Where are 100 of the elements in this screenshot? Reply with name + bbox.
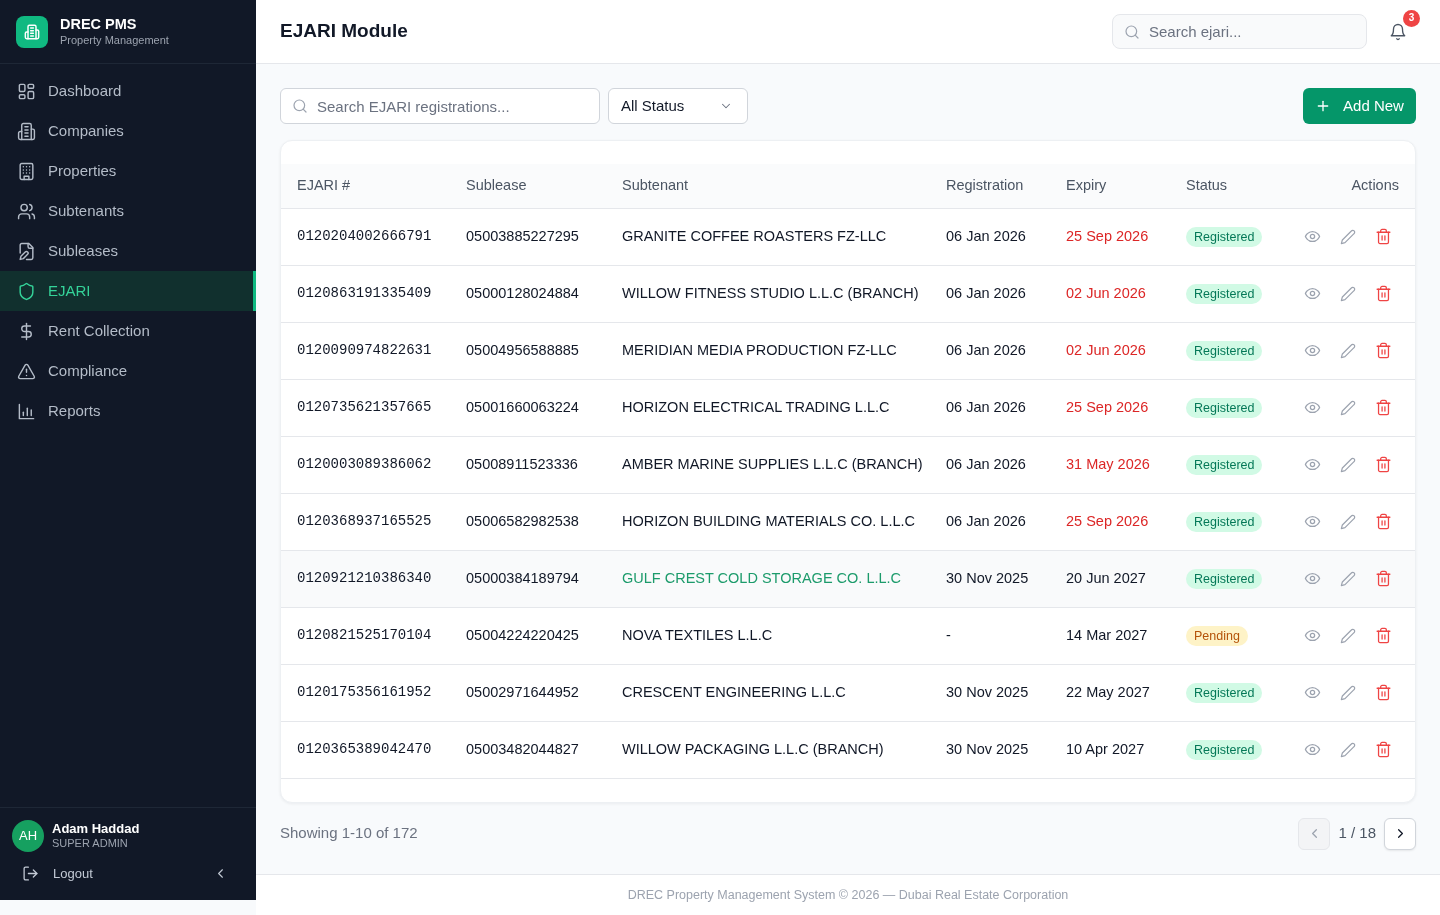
table-cell: 30 Nov 2025 [930,721,1050,778]
view-eye-icon[interactable] [1304,456,1321,473]
table-cell: 25 Sep 2026 [1050,379,1170,436]
edit-pencil-icon[interactable] [1340,456,1356,473]
column-header: Expiry [1050,164,1170,208]
column-header: EJARI # [281,164,450,208]
edit-pencil-icon[interactable] [1340,228,1356,245]
table-cell: 06 Jan 2026 [930,436,1050,493]
view-eye-icon[interactable] [1304,513,1321,530]
table-cell: 0120921210386340 [281,550,450,607]
search-field[interactable]: Search EJARI registrations... [280,88,600,124]
table-cell: 0120204002666791 [281,208,450,265]
view-eye-icon[interactable] [1304,627,1321,644]
table-cell: 0120003089386062 [281,436,450,493]
edit-pencil-icon[interactable] [1340,342,1356,359]
user-avatar: AH [12,819,44,852]
page-title: EJARI Module [280,20,408,43]
sidebar-item[interactable]: Reports [0,391,256,431]
edit-pencil-icon[interactable] [1340,399,1356,416]
sidebar-item[interactable]: Rent Collection [0,311,256,351]
bell-icon[interactable] [1389,22,1407,41]
search-icon [1124,23,1140,40]
sidebar-item[interactable]: Dashboard [0,71,256,111]
bar-chart-icon [17,401,36,421]
table-cell: 06 Jan 2026 [930,208,1050,265]
table-cell: 0120090974822631 [281,322,450,379]
table-cell: MERIDIAN MEDIA PRODUCTION FZ-LLC [606,322,930,379]
column-header: Actions [1290,164,1415,208]
table-cell: 05006582982538 [450,493,606,550]
view-eye-icon[interactable] [1304,228,1321,245]
table-cell: WILLOW PACKAGING L.L.C (BRANCH) [606,721,930,778]
delete-trash-icon[interactable] [1375,342,1392,359]
view-eye-icon[interactable] [1304,684,1321,701]
users-icon [17,201,36,221]
table-cell: 05004224220425 [450,607,606,664]
view-eye-icon[interactable] [1304,285,1321,302]
sidebar-item[interactable]: Subtenants [0,191,256,231]
table-cell: 30 Nov 2025 [930,550,1050,607]
footer-text: DREC Property Management System © 2026 — Dubai Real Estate Corporation [627,886,1069,904]
office-building-icon [17,161,36,181]
delete-trash-icon[interactable] [1375,228,1392,245]
status-badge: Registered [1186,397,1263,418]
table-cell: 0120863191335409 [281,265,450,322]
table-cell: 14 Mar 2027 [1050,607,1170,664]
table-cell: 05003885227295 [450,208,606,265]
delete-trash-icon[interactable] [1375,570,1392,587]
building-icon [17,121,36,141]
edit-pencil-icon[interactable] [1340,513,1356,530]
table-cell: AMBER MARINE SUPPLIES L.L.C (BRANCH) [606,436,930,493]
table-cell: HORIZON ELECTRICAL TRADING L.L.C [606,379,930,436]
table-cell: - [930,607,1050,664]
column-header: Sublease [450,164,606,208]
logout-icon [22,864,39,882]
search-icon [292,98,308,114]
view-eye-icon[interactable] [1304,741,1321,758]
add-new-button[interactable]: Add New [1303,88,1416,124]
view-eye-icon[interactable] [1304,399,1321,416]
logout-link[interactable]: Logout [22,863,93,883]
status-filter[interactable]: All Status [608,88,748,124]
edit-pencil-icon[interactable] [1340,570,1356,587]
delete-trash-icon[interactable] [1375,684,1392,701]
next-page-button[interactable] [1384,817,1416,850]
sidebar-item[interactable]: Compliance [0,351,256,391]
table-cell: 05000384189794 [450,550,606,607]
user-role: SUPER ADMIN [52,836,129,851]
status-badge: Registered [1186,454,1263,475]
table-cell: CRESCENT ENGINEERING L.L.C [606,664,930,721]
warning-icon [17,361,36,381]
status-badge: Registered [1186,226,1263,247]
edit-pencil-icon[interactable] [1340,627,1356,644]
notification-badge: 3 [1403,9,1420,27]
search-field[interactable]: Search ejari... [1112,14,1367,49]
status-badge: Registered [1186,340,1263,361]
status-badge: Registered [1186,739,1263,760]
document-pen-icon [17,241,36,261]
edit-pencil-icon[interactable] [1340,285,1356,302]
column-header: Subtenant [606,164,930,208]
sidebar-item[interactable]: Subleases [0,231,256,271]
status-badge: Registered [1186,682,1263,703]
view-eye-icon[interactable] [1304,570,1321,587]
delete-trash-icon[interactable] [1375,741,1392,758]
sidebar-item[interactable]: Companies [0,111,256,151]
sidebar-item[interactable]: Properties [0,151,256,191]
delete-trash-icon[interactable] [1375,627,1392,644]
app-subtitle: Property Management [60,33,169,48]
table-cell: 0120365389042470 [281,721,450,778]
view-eye-icon[interactable] [1304,342,1321,359]
delete-trash-icon[interactable] [1375,456,1392,473]
delete-trash-icon[interactable] [1375,285,1392,302]
edit-pencil-icon[interactable] [1340,684,1356,701]
edit-pencil-icon[interactable] [1340,741,1356,758]
delete-trash-icon[interactable] [1375,399,1392,416]
table-cell: 0120368937165525 [281,493,450,550]
table-cell: 31 May 2026 [1050,436,1170,493]
table-cell: 05000128024884 [450,265,606,322]
delete-trash-icon[interactable] [1375,513,1392,530]
table-cell: 0120175356161952 [281,664,450,721]
sidebar-item[interactable]: EJARI [0,271,256,311]
table-cell: 30 Nov 2025 [930,664,1050,721]
status-badge: Registered [1186,283,1263,304]
